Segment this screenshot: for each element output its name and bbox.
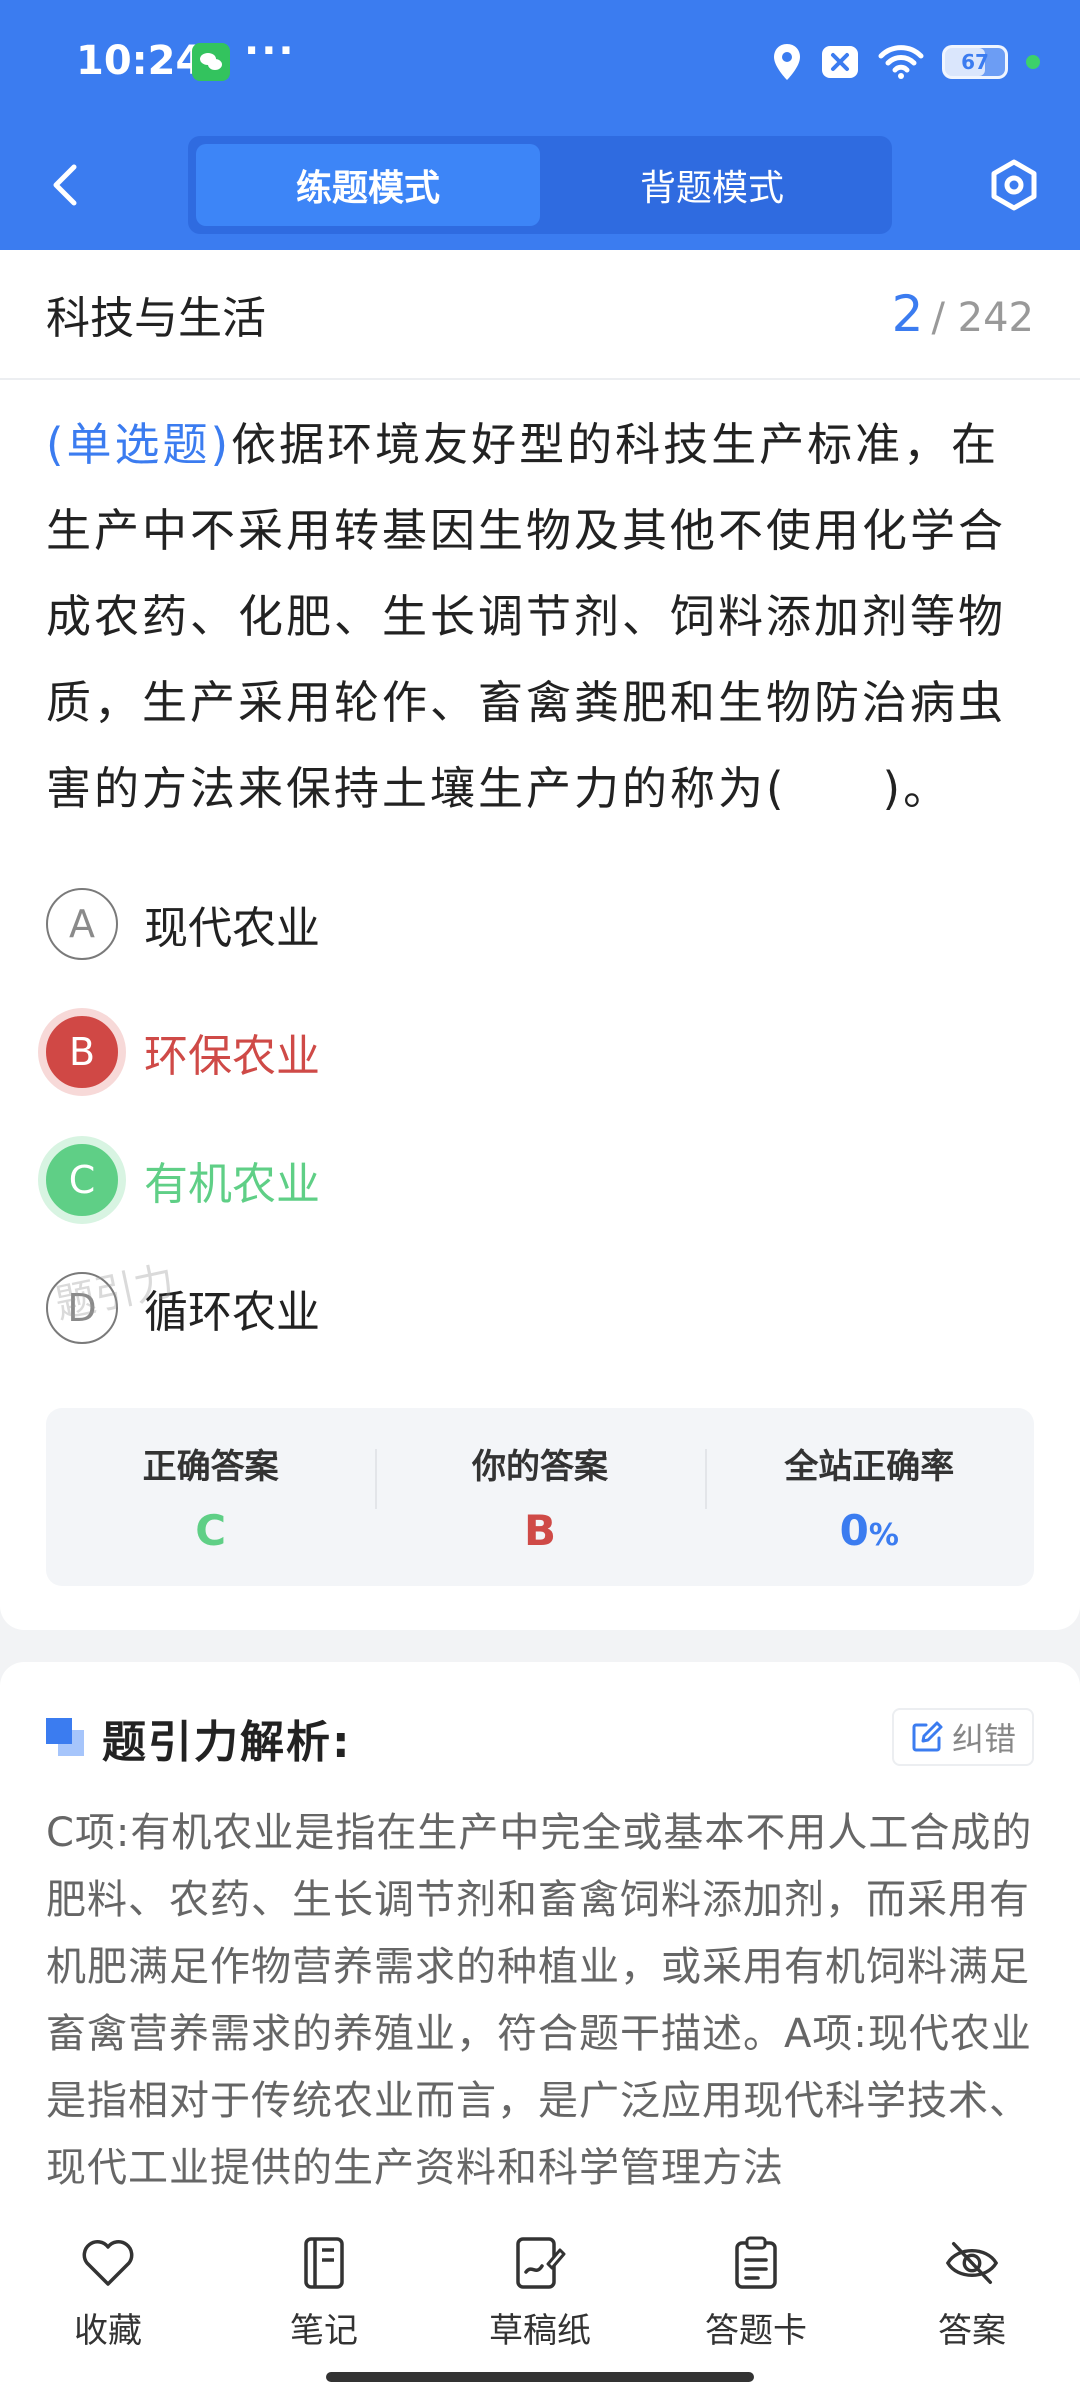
accuracy-number: 0 (839, 1506, 869, 1555)
option-b[interactable]: B 环保农业 (46, 988, 1034, 1116)
show-answer-button[interactable]: 答案 (864, 2215, 1080, 2400)
report-error-label: 纠错 (951, 1720, 1016, 1758)
option-letter: B (46, 1016, 118, 1088)
edit-icon (912, 1721, 943, 1752)
question-header: 科技与生活 2/ 242 (0, 250, 1080, 380)
options-list: A 现代农业 B 环保农业 C 有机农业 D 循环农业 (0, 832, 1080, 1372)
option-text: 现代农业 (144, 903, 320, 954)
wifi-icon (878, 45, 924, 79)
answer-sheet-label: 答题卡 (705, 2311, 807, 2351)
option-d[interactable]: D 循环农业 (46, 1244, 1034, 1372)
analysis-header: 题引力解析: (46, 1706, 352, 1770)
eye-off-icon (944, 2235, 1000, 2291)
category-title: 科技与生活 (46, 293, 266, 344)
battery-icon: 67 (942, 45, 1008, 79)
your-answer-value: B (523, 1506, 556, 1555)
your-answer-column: 你的答案 B (375, 1439, 704, 1555)
tab-practice-mode[interactable]: 练题模式 (196, 144, 540, 226)
status-more-icon: ··· (244, 28, 296, 74)
notes-label: 笔记 (290, 2311, 358, 2351)
correct-answer-column: 正确答案 C (46, 1439, 375, 1555)
clipboard-icon (728, 2235, 784, 2291)
wechat-icon (192, 43, 230, 81)
question-counter: 2/ 242 (892, 285, 1034, 343)
home-indicator (326, 2372, 754, 2382)
option-letter: D (46, 1272, 118, 1344)
draft-paper-label: 草稿纸 (489, 2311, 591, 2351)
favorite-label: 收藏 (74, 2311, 142, 2351)
favorite-button[interactable]: 收藏 (0, 2215, 216, 2400)
option-text: 环保农业 (144, 1031, 320, 1082)
settings-button[interactable] (984, 155, 1044, 215)
question-card: 科技与生活 2/ 242 (单选题)依据环境友好型的科技生产标准，在生产中不采用… (0, 250, 1080, 1630)
status-icons: 67 (772, 38, 1040, 86)
analysis-card: 题引力解析: 纠错 C项:有机农业是指在生产中完全或基本不用人工合成的肥料、农药… (0, 1662, 1080, 2222)
tab-recite-mode[interactable]: 背题模式 (540, 144, 884, 226)
question-text: (单选题)依据环境友好型的科技生产标准，在生产中不采用转基因生物及其他不使用化学… (0, 380, 1080, 832)
app-screen: 10:24 ··· 67 练题模式 背题模式 科技与生活 2 / 242 (单选… (0, 0, 1080, 2400)
show-answer-label: 答案 (938, 2311, 1006, 2351)
correct-answer-value: C (195, 1506, 227, 1555)
status-time: 10:24 (76, 38, 204, 84)
option-text: 循环农业 (144, 1287, 320, 1338)
question-body: 依据环境友好型的科技生产标准，在生产中不采用转基因生物及其他不使用化学合成农药、… (46, 418, 1007, 815)
current-index: 2 (891, 285, 924, 343)
option-a[interactable]: A 现代农业 (46, 860, 1034, 988)
analysis-squares-icon (46, 1718, 86, 1758)
option-c[interactable]: C 有机农业 (46, 1116, 1034, 1244)
analysis-text: C项:有机农业是指在生产中完全或基本不用人工合成的肥料、农药、生长调节剂和畜禽饲… (46, 1810, 1033, 2191)
battery-level: 67 (961, 50, 989, 74)
your-answer-label: 你的答案 (471, 1447, 608, 1487)
correct-answer-label: 正确答案 (142, 1447, 279, 1487)
top-bar: 10:24 ··· 67 练题模式 背题模式 (0, 0, 1080, 250)
accuracy-unit: % (868, 1518, 899, 1553)
notification-x-icon (822, 46, 858, 78)
analysis-title: 题引力解析: (102, 1717, 352, 1768)
location-icon (774, 44, 800, 80)
question-type: (单选题) (46, 418, 232, 471)
status-bar: 10:24 ··· 67 (0, 0, 1080, 125)
notebook-icon (296, 2235, 352, 2291)
heart-icon (80, 2235, 136, 2291)
accuracy-value: 0% (840, 1506, 899, 1555)
total-count: / 242 (931, 295, 1034, 341)
hexagon-settings-icon (991, 159, 1037, 211)
accuracy-column: 全站正确率 0% (704, 1439, 1034, 1555)
option-letter: A (46, 888, 118, 960)
mode-switch: 练题模式 背题模式 (188, 136, 892, 234)
option-letter: C (46, 1144, 118, 1216)
option-text: 有机农业 (144, 1159, 320, 1210)
accuracy-label: 全站正确率 (784, 1447, 955, 1487)
draft-icon (512, 2235, 568, 2291)
back-button[interactable] (40, 160, 90, 210)
report-error-button[interactable]: 纠错 (891, 1708, 1034, 1766)
chevron-left-icon (53, 164, 77, 206)
answer-summary: 正确答案 C 你的答案 B 全站正确率 0% (46, 1408, 1034, 1586)
privacy-dot-icon (1026, 55, 1040, 69)
